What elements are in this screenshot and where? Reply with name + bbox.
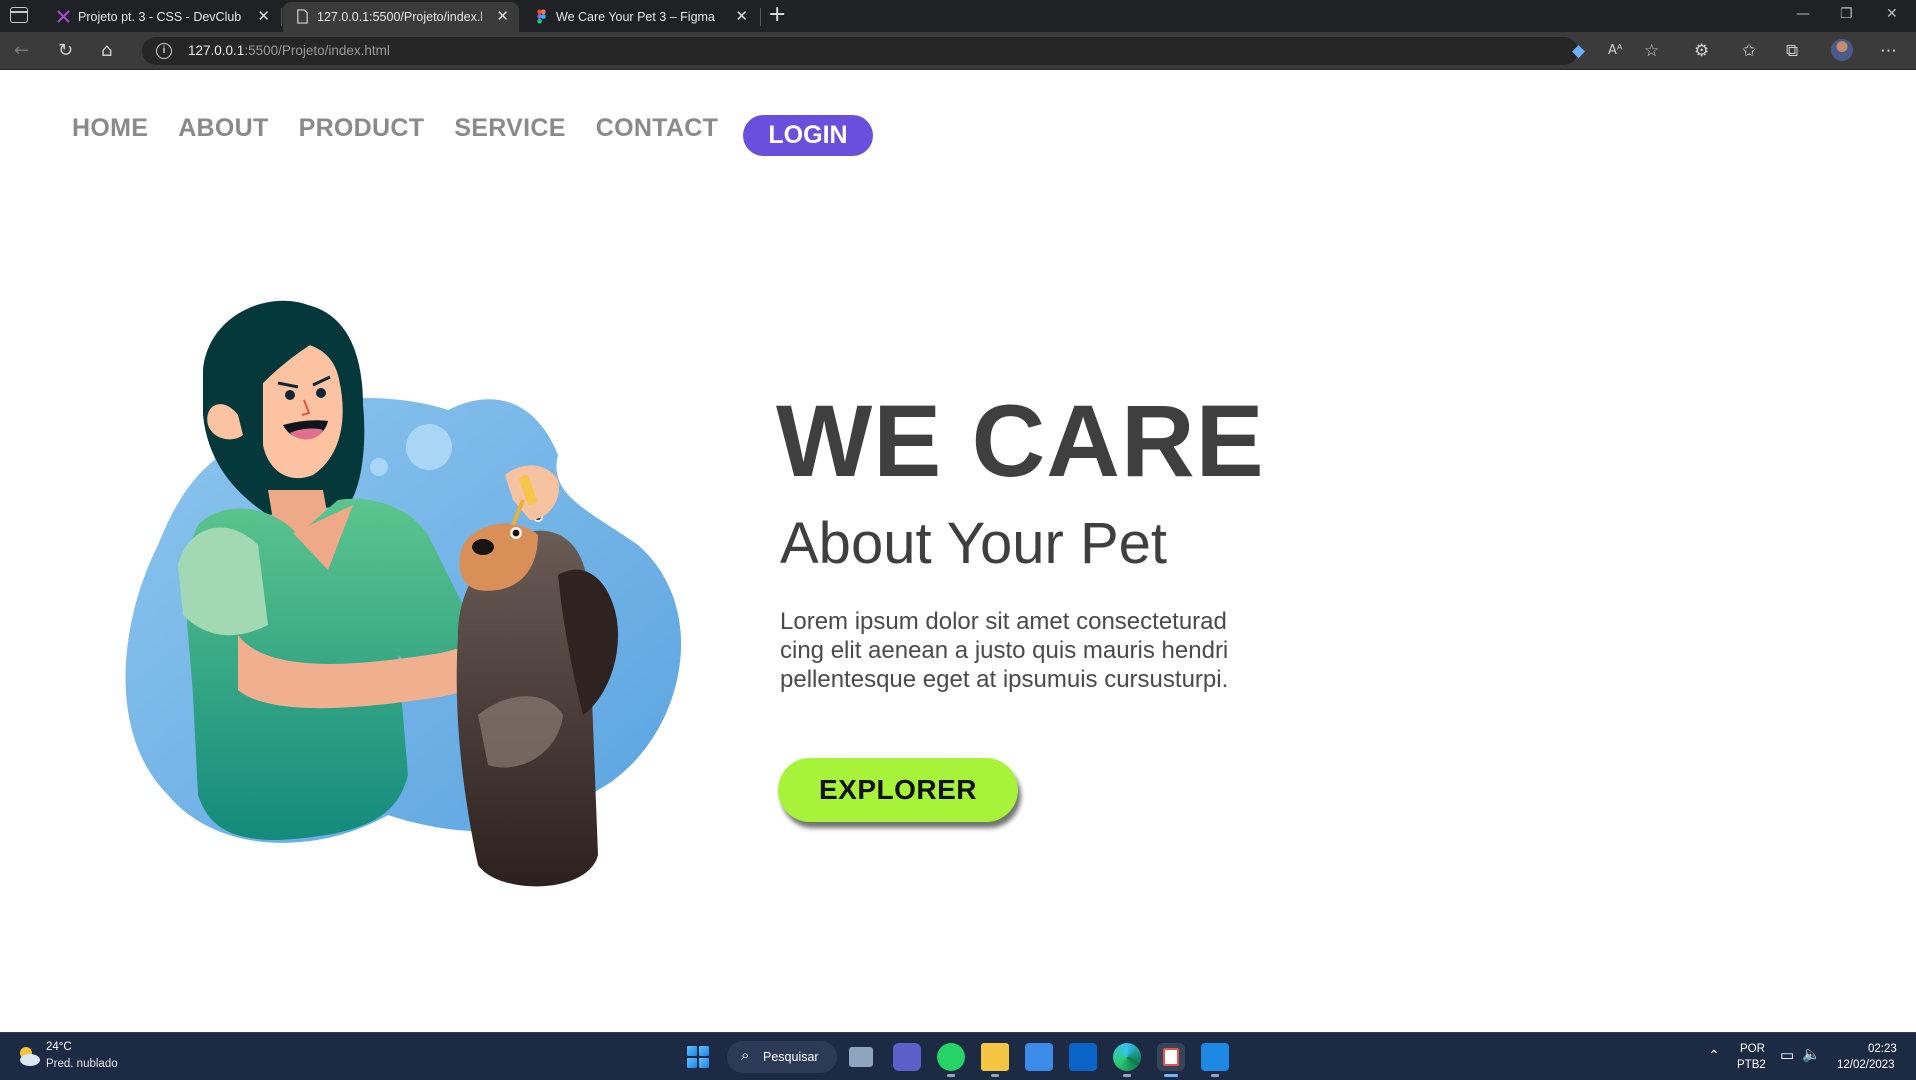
favorites-icon[interactable]: ✩: [1742, 41, 1756, 61]
url-text: 127.0.0.1:5500/Projeto/index.html: [188, 43, 390, 58]
keyboard-layout[interactable]: PTB2: [1737, 1059, 1766, 1071]
close-window-icon[interactable]: ✕: [1886, 6, 1898, 22]
nav-home[interactable]: HOME: [72, 114, 148, 143]
site-info-icon[interactable]: i: [156, 43, 172, 59]
address-bar-row: ← ↻ ⌂ i 127.0.0.1:5500/Projeto/index.htm…: [0, 32, 1916, 70]
figma-icon: [537, 9, 546, 24]
snipping-tool-icon[interactable]: [1157, 1043, 1185, 1077]
devclub-favicon-icon: [57, 10, 70, 23]
login-button[interactable]: LOGIN: [743, 115, 873, 156]
teams-chat-icon[interactable]: [893, 1043, 921, 1071]
taskbar-search[interactable]: ⌕ Pesquisar: [727, 1041, 837, 1073]
url-field[interactable]: i 127.0.0.1:5500/Projeto/index.html: [142, 37, 1578, 65]
nav-service[interactable]: SERVICE: [454, 114, 565, 143]
show-hidden-icons-icon[interactable]: ⌃: [1708, 1047, 1720, 1064]
network-icon[interactable]: ▭: [1780, 1046, 1794, 1064]
outlook-icon[interactable]: [1069, 1043, 1097, 1071]
search-label: Pesquisar: [763, 1050, 819, 1064]
nav-product[interactable]: PRODUCT: [299, 114, 425, 143]
start-button[interactable]: [687, 1046, 709, 1068]
restore-icon[interactable]: ❐: [1840, 6, 1853, 22]
task-view-icon[interactable]: [849, 1047, 873, 1067]
explorer-button[interactable]: EXPLORER: [778, 758, 1018, 822]
tab-title: Projeto pt. 3 - CSS - DevClub: [78, 10, 242, 24]
more-options-icon[interactable]: ⋯: [1880, 41, 1897, 61]
microsoft-store-icon[interactable]: [1025, 1043, 1053, 1071]
profile-avatar[interactable]: [1831, 39, 1853, 61]
read-aloud-icon[interactable]: Aᴬ: [1608, 43, 1623, 58]
tab-title: 127.0.0.1:5500/Projeto/index.html: [317, 10, 482, 24]
whatsapp-icon[interactable]: [937, 1043, 965, 1077]
tag-icon[interactable]: ◆: [1572, 41, 1585, 61]
home-icon[interactable]: ⌂: [101, 40, 112, 61]
hero-title: WE CARE: [776, 384, 1265, 498]
file-explorer-icon[interactable]: [981, 1043, 1009, 1077]
nav-contact[interactable]: CONTACT: [596, 114, 718, 143]
tab-divider: [760, 8, 761, 26]
collections-icon[interactable]: ⧉: [1786, 41, 1798, 61]
clock-time[interactable]: 02:23: [1868, 1043, 1897, 1055]
tab-divider: [281, 8, 282, 26]
refresh-icon[interactable]: ↻: [58, 40, 73, 61]
close-tab-icon[interactable]: ✕: [496, 7, 509, 25]
weather-description: Pred. nublado: [46, 1058, 118, 1070]
close-tab-icon[interactable]: ✕: [257, 7, 270, 25]
tab-title: We Care Your Pet 3 – Figma: [556, 10, 715, 24]
tab-devclub[interactable]: Projeto pt. 3 - CSS - DevClub ✕: [44, 2, 280, 32]
partly-cloudy-icon[interactable]: [14, 1045, 42, 1067]
edge-icon[interactable]: [1113, 1043, 1141, 1077]
hero-subtitle: About Your Pet: [780, 511, 1167, 576]
hero-description: Lorem ipsum dolor sit amet consecteturad…: [780, 607, 1320, 694]
nav-about[interactable]: ABOUT: [178, 114, 268, 143]
weather-temperature: 24°C: [46, 1041, 72, 1053]
minimize-icon[interactable]: —: [1796, 6, 1810, 22]
woman-with-dog-illustration: [125, 300, 682, 887]
volume-icon[interactable]: 🔈: [1802, 1045, 1821, 1063]
clock-date[interactable]: 12/02/2023: [1837, 1059, 1895, 1071]
hero-text-line: pellentesque eget at ipsumuis cursusturp…: [780, 666, 1229, 693]
add-favorite-icon[interactable]: ☆: [1644, 41, 1659, 61]
main-nav: HOME ABOUT PRODUCT SERVICE CONTACT: [72, 114, 748, 143]
browser-tab-bar: Projeto pt. 3 - CSS - DevClub ✕ 127.0.0.…: [0, 0, 1916, 32]
window-menu-icon[interactable]: [10, 7, 28, 23]
close-tab-icon[interactable]: ✕: [735, 7, 748, 25]
windows-taskbar: 24°C Pred. nublado ⌕ Pesquisar ⌃ POR PTB…: [0, 1032, 1916, 1080]
language-code[interactable]: POR: [1740, 1043, 1765, 1055]
tab-figma[interactable]: We Care Your Pet 3 – Figma ✕: [522, 2, 758, 32]
new-tab-icon[interactable]: +: [768, 3, 786, 27]
back-icon[interactable]: ←: [14, 40, 29, 61]
hero-text-line: cing elit aenean a justo quis mauris hen…: [780, 637, 1229, 664]
web-page: HOME ABOUT PRODUCT SERVICE CONTACT LOGIN: [0, 70, 1916, 1032]
tab-localhost[interactable]: 127.0.0.1:5500/Projeto/index.html ✕: [283, 2, 519, 32]
extensions-icon[interactable]: ⚙: [1694, 41, 1709, 61]
hero-text-line: Lorem ipsum dolor sit amet consecteturad: [780, 608, 1227, 635]
vscode-icon[interactable]: [1201, 1043, 1229, 1077]
page-icon: [297, 9, 308, 24]
search-icon: ⌕: [741, 1047, 750, 1064]
